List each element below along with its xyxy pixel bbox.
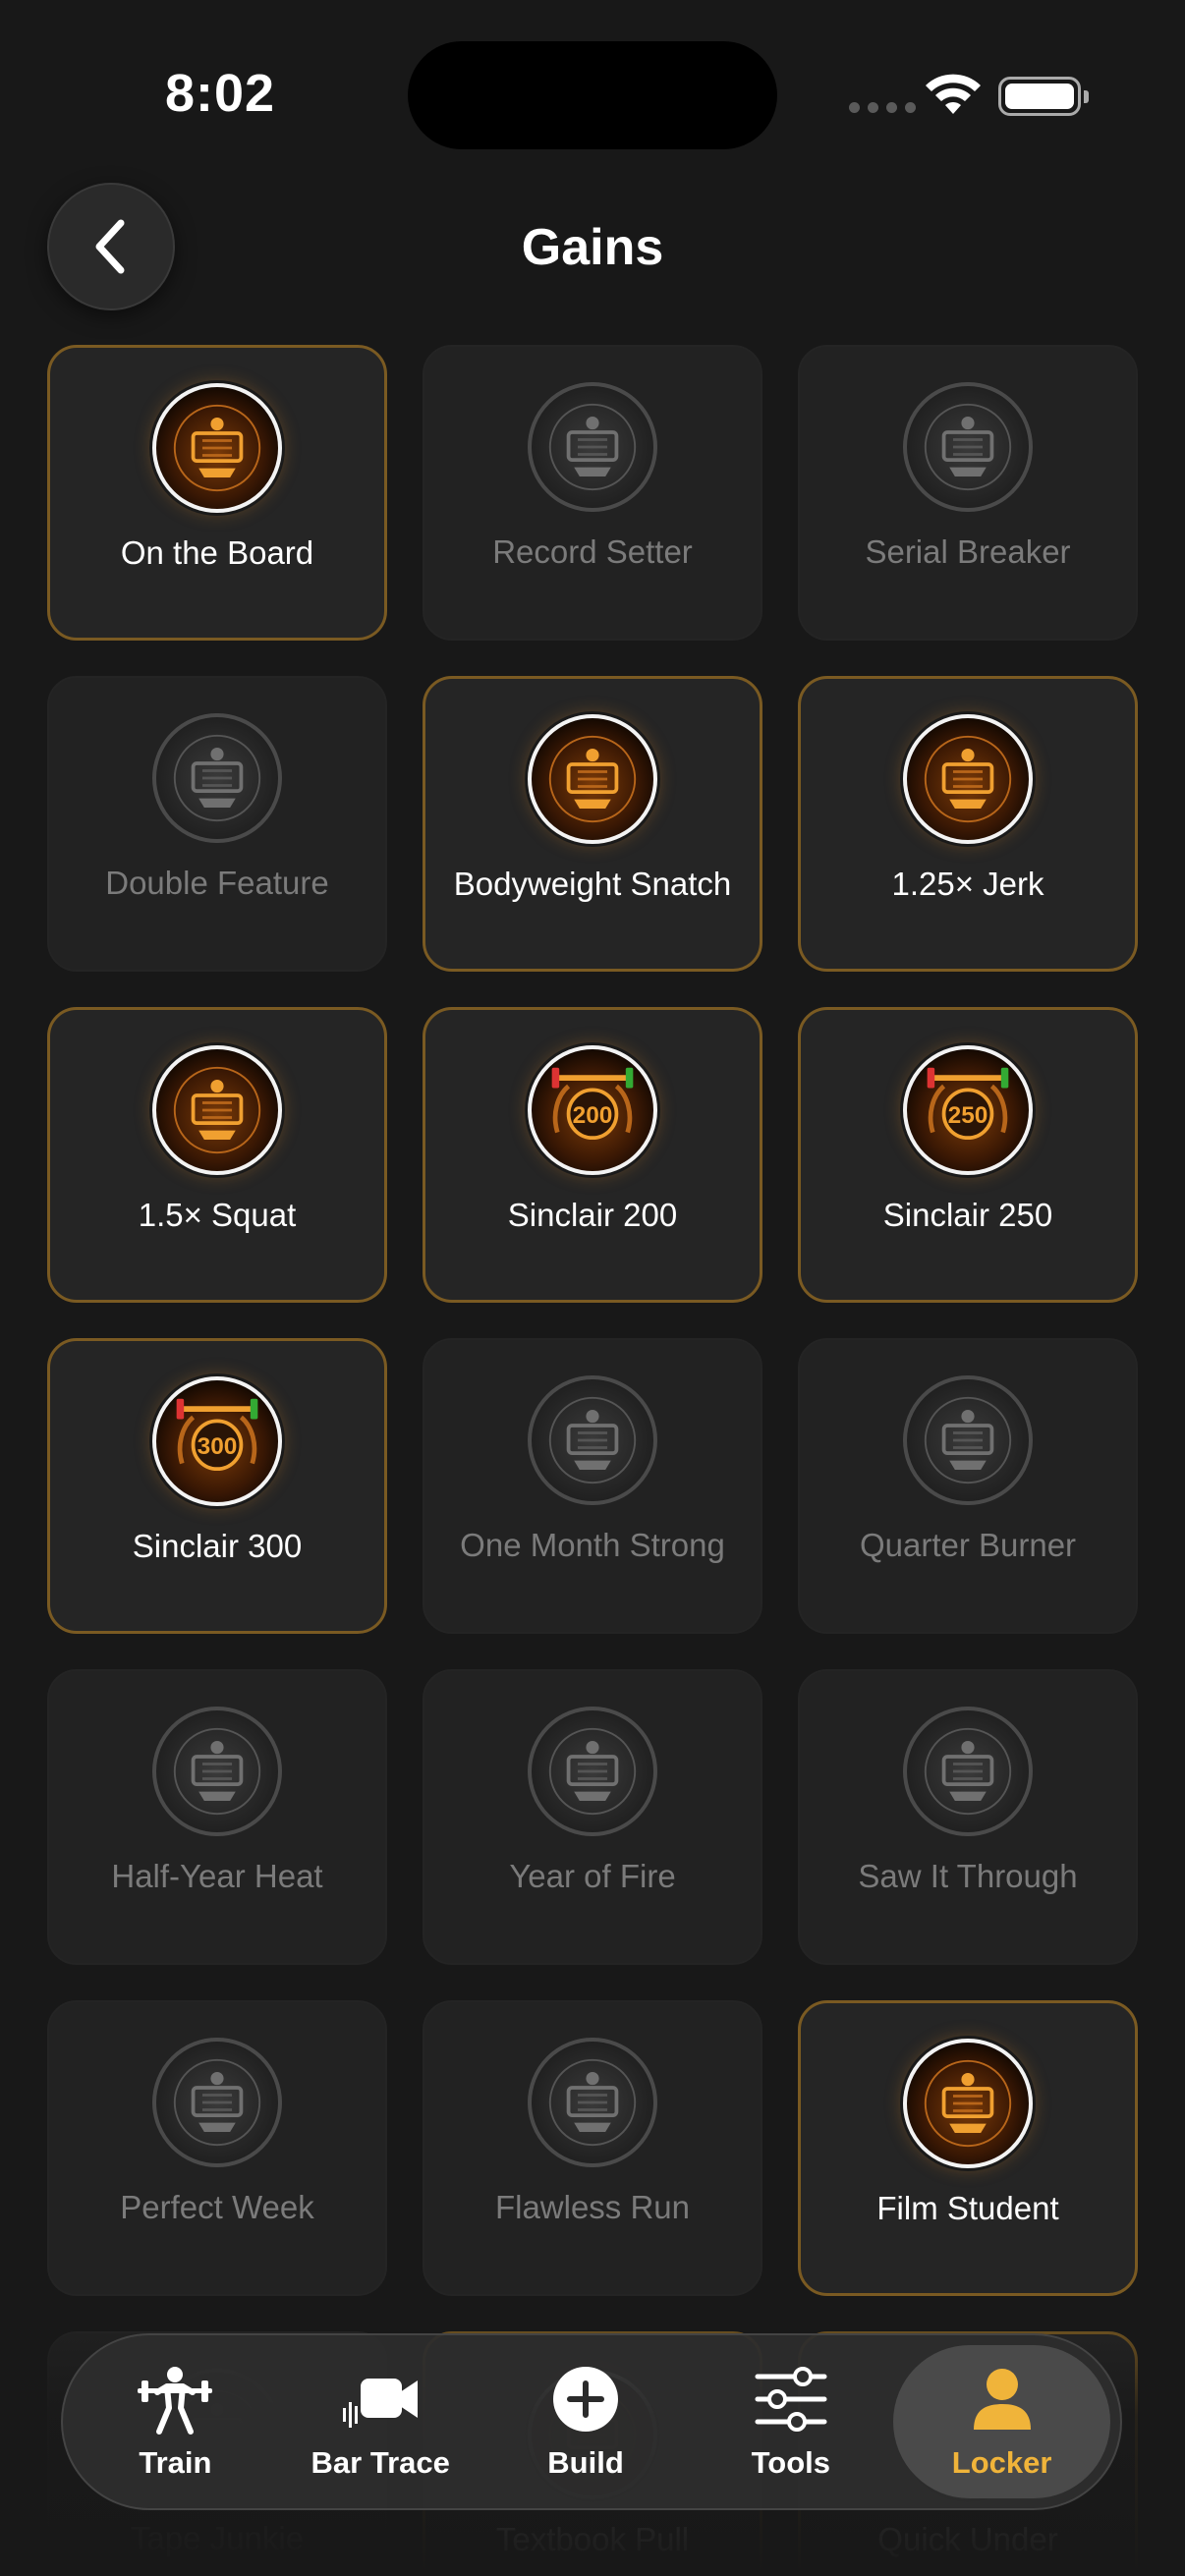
clipboard-check-icon [903,1707,1033,1836]
achievement-label: Film Student [876,2190,1059,2226]
achievement-label: Year of Fire [509,1858,676,1894]
plus-circle-icon [546,2363,625,2436]
flame-calendar-icon [152,1707,282,1836]
film-icon [903,2039,1033,2168]
achievement-label: Half-Year Heat [111,1858,323,1894]
achievement-card[interactable]: Double Feature [47,676,387,972]
dynamic-island [408,41,777,149]
svg-text:300: 300 [198,1433,238,1460]
tab-label: Locker [951,2445,1052,2480]
achievement-card[interactable]: Quarter Burner [798,1338,1138,1634]
sliders-icon [752,2363,830,2436]
achievement-card[interactable]: 200 Sinclair 200 [423,1007,762,1303]
laurel-200-icon: 200 [528,1045,657,1175]
achievement-card[interactable]: Year of Fire [423,1669,762,1965]
achievement-card[interactable]: Film Student [798,2000,1138,2296]
shield-check-icon [528,2038,657,2167]
achievement-label: On the Board [120,534,314,571]
achievement-card[interactable]: One Month Strong [423,1338,762,1634]
cellular-signal-icon [849,102,916,113]
achievement-label: Textbook Pull [495,2521,690,2557]
achievement-label: Quarter Burner [859,1527,1077,1563]
svg-text:250: 250 [948,1102,988,1129]
achievement-card[interactable]: 250 Sinclair 250 [798,1007,1138,1303]
page-title: Gains [521,219,664,276]
achievement-card[interactable]: On the Board [47,345,387,641]
flame-icon [528,1375,657,1505]
double-check-icon [152,713,282,843]
wifi-icon [926,74,981,114]
achievement-label: Saw It Through [858,1858,1078,1894]
tab-bar-trace[interactable]: Bar Trace [278,2345,483,2498]
achievement-card[interactable]: 1.5× Squat [47,1007,387,1303]
achievement-label: Sinclair 250 [882,1197,1053,1233]
flame-year-icon [528,1707,657,1836]
achievement-card[interactable]: Half-Year Heat [47,1669,387,1965]
achievement-card[interactable]: Serial Breaker [798,345,1138,641]
tab-bar: Train Bar Trace Build Tools Locker [61,2333,1122,2510]
achievement-label: Bodyweight Snatch [453,866,732,902]
achievement-card[interactable]: Flawless Run [423,2000,762,2296]
achievement-card[interactable]: 1.25× Jerk [798,676,1138,972]
tab-tools[interactable]: Tools [688,2345,893,2498]
achievement-label: Flawless Run [494,2189,691,2225]
achievement-label: One Month Strong [460,1527,725,1563]
perfect-week-icon [152,2038,282,2167]
battery-icon [998,77,1089,116]
achievement-label: Double Feature [105,865,329,901]
barbell-lifter-icon [136,2363,214,2436]
achievement-label: Sinclair 300 [132,1528,303,1564]
achievement-label: Quick Under [877,2521,1058,2557]
snatch-lifter-icon [528,714,657,844]
achievement-card[interactable]: Bodyweight Snatch [423,676,762,972]
achievement-label: Sinclair 200 [507,1197,678,1233]
achievement-label: Perfect Week [120,2189,314,2225]
achievement-grid: On the Board Record Setter Serial Breaker D… [47,345,1138,2576]
tab-label: Train [139,2445,212,2480]
achievement-card[interactable]: Saw It Through [798,1669,1138,1965]
squat-lifter-icon [152,1045,282,1175]
flame-grid-icon [903,1375,1033,1505]
tab-locker[interactable]: Locker [893,2345,1110,2498]
tab-build[interactable]: Build [483,2345,689,2498]
tab-train[interactable]: Train [73,2345,278,2498]
achievement-label: Record Setter [492,533,693,570]
achievement-card[interactable]: Perfect Week [47,2000,387,2296]
achievement-label: 1.25× Jerk [891,866,1044,902]
achievement-label: Tape Junkie [130,2520,305,2556]
svg-text:200: 200 [573,1102,613,1129]
achievement-card[interactable]: 300 Sinclair 300 [47,1338,387,1634]
jerk-lifter-icon [903,714,1033,844]
grid-board-icon [903,382,1033,512]
achievement-label: Serial Breaker [865,533,1071,570]
barbell-board-icon [152,383,282,513]
tab-label: Bar Trace [310,2445,450,2480]
achievement-label: 1.5× Squat [138,1197,297,1233]
video-camera-icon [341,2363,420,2436]
laurel-300-icon: 300 [152,1376,282,1506]
record-board-icon [528,382,657,512]
laurel-250-icon: 250 [903,1045,1033,1175]
tab-label: Tools [751,2445,831,2480]
tab-label: Build [547,2445,624,2480]
status-time: 8:02 [165,64,276,123]
achievement-card[interactable]: Record Setter [423,345,762,641]
person-icon [963,2363,1042,2436]
status-bar: 8:02 [0,0,1185,187]
